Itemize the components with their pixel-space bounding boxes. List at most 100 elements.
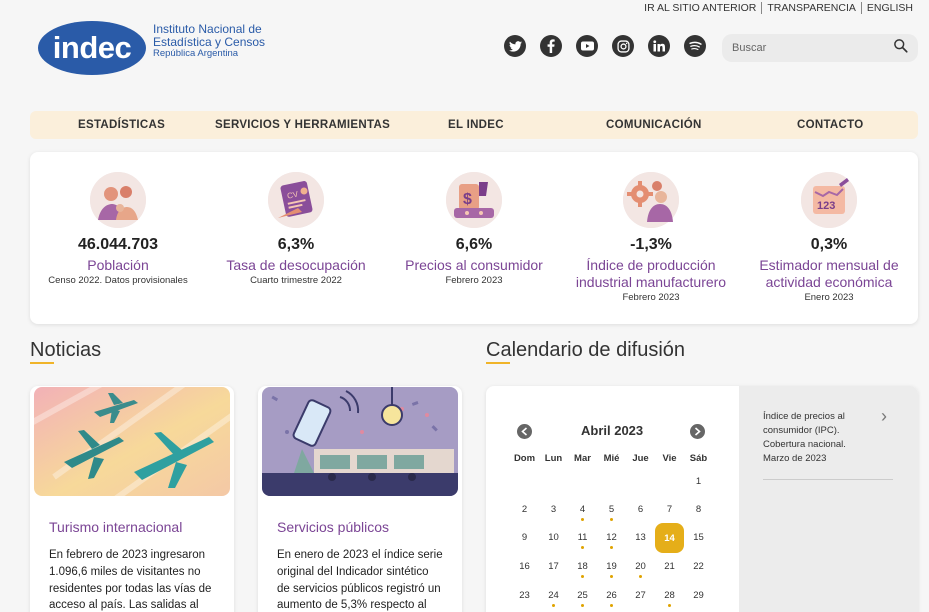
indec-logo[interactable]: indec Instituto Nacional de Estadística …: [38, 21, 265, 75]
calendar-day[interactable]: 15: [684, 532, 713, 543]
news-title[interactable]: Turismo internacional: [30, 519, 234, 535]
cv-icon: CV: [268, 172, 324, 228]
news-card-turismo[interactable]: Turismo internacional En febrero de 2023…: [30, 386, 234, 612]
calendar-day[interactable]: 4: [568, 504, 597, 521]
search-input[interactable]: [732, 42, 893, 54]
calendar-day[interactable]: 16: [510, 561, 539, 572]
calendar-day[interactable]: 21: [655, 561, 684, 572]
calendar-day[interactable]: 20: [626, 561, 655, 578]
event-period: Marzo de 2023: [763, 453, 827, 464]
prev-month-button[interactable]: [517, 424, 532, 439]
key-indicators: 46.044.703 Población Censo 2022. Datos p…: [30, 152, 918, 324]
link-previous-site[interactable]: IR AL SITIO ANTERIOR: [639, 2, 761, 14]
stat-value: 6,3%: [277, 236, 315, 253]
stat-label: Índice de producción industrial manufact…: [575, 257, 727, 290]
calendar-day[interactable]: 22: [684, 561, 713, 572]
news-text: En enero de 2023 el índice serie origina…: [277, 549, 443, 612]
calendar-day[interactable]: 1: [684, 476, 713, 487]
stat-emae[interactable]: 123 0,3% Estimador mensual de actividad …: [744, 172, 914, 303]
calendar-day[interactable]: 2: [510, 504, 539, 515]
spotify-icon[interactable]: [684, 35, 706, 57]
calendar-day-selected[interactable]: 14: [655, 523, 684, 553]
calendar-day[interactable]: 5: [597, 504, 626, 521]
youtube-icon[interactable]: [576, 35, 598, 57]
nav-contacto[interactable]: CONTACTO: [797, 119, 864, 131]
nav-servicios[interactable]: SERVICIOS Y HERRAMIENTAS: [215, 119, 390, 131]
stat-label: Tasa de desocupación: [226, 257, 366, 273]
calendar-day[interactable]: 6: [626, 504, 655, 515]
calendar-day[interactable]: 18: [568, 561, 597, 578]
weekday-label: Lun: [544, 453, 563, 464]
calendar-day[interactable]: 11: [568, 532, 597, 549]
stat-sub: Febrero 2023: [622, 292, 680, 303]
link-english[interactable]: ENGLISH: [860, 2, 918, 14]
link-transparency[interactable]: TRANSPARENCIA: [761, 2, 861, 14]
calendar-day[interactable]: 17: [539, 561, 568, 572]
weekday-label: Sáb: [689, 453, 708, 464]
news-image-planes: [34, 387, 230, 496]
weekday-label: Jue: [632, 453, 649, 464]
calendar-day[interactable]: 12: [597, 532, 626, 549]
calendar-day[interactable]: 28: [655, 590, 684, 607]
main-nav: ESTADÍSTICAS SERVICIOS Y HERRAMIENTAS EL…: [30, 111, 918, 139]
chevron-right-icon[interactable]: ›: [881, 406, 887, 427]
gear-icon: [623, 172, 679, 228]
calendar-day[interactable]: 10: [539, 532, 568, 543]
stat-label: Estimador mensual de actividad económica: [759, 257, 899, 290]
event-entry[interactable]: Índice de precios al consumidor (IPC). C…: [763, 410, 883, 466]
stat-value: -1,3%: [630, 236, 672, 253]
stat-label: Población: [87, 257, 149, 273]
nav-el-indec[interactable]: EL INDEC: [448, 119, 504, 131]
logo-line-3: República Argentina: [153, 48, 239, 60]
calendar-month: Abril 2023: [581, 423, 644, 438]
calendar-day[interactable]: 24: [539, 590, 568, 607]
news-image-services: [262, 387, 458, 496]
stat-precios[interactable]: $ 6,6% Precios al consumidor Febrero 202…: [389, 172, 559, 286]
news-title[interactable]: Servicios públicos: [258, 519, 462, 535]
logo-text: Instituto Nacional de Estadística y Cens…: [153, 23, 265, 61]
linkedin-icon[interactable]: [648, 35, 670, 57]
calendar-day[interactable]: 7: [655, 504, 684, 515]
news-heading-underline: [30, 362, 54, 364]
news-card-servicios[interactable]: Servicios públicos En enero de 2023 el í…: [258, 386, 462, 612]
top-links: IR AL SITIO ANTERIOR TRANSPARENCIA ENGLI…: [639, 2, 918, 14]
event-title: Índice de precios al consumidor (IPC).: [763, 411, 845, 436]
stat-desocupacion[interactable]: CV 6,3% Tasa de desocupación Cuarto trim…: [211, 172, 381, 286]
calendar-day[interactable]: 25: [568, 590, 597, 607]
stat-poblacion[interactable]: 46.044.703 Población Censo 2022. Datos p…: [33, 172, 203, 286]
calendar-day[interactable]: 3: [539, 504, 568, 515]
stat-sub: Febrero 2023: [445, 275, 503, 286]
instagram-icon[interactable]: [612, 35, 634, 57]
nav-comunicacion[interactable]: COMUNICACIÓN: [606, 119, 702, 131]
calendar-day[interactable]: 29: [684, 590, 713, 601]
next-month-button[interactable]: [690, 424, 705, 439]
news-text: En febrero de 2023 ingresaron 1.096,6 mi…: [49, 549, 212, 612]
twitter-icon[interactable]: [504, 35, 526, 57]
weekday-label: Mar: [574, 453, 591, 464]
social-links: [504, 35, 720, 57]
stat-industria[interactable]: -1,3% Índice de producción industrial ma…: [566, 172, 736, 303]
calendar-day[interactable]: 23: [510, 590, 539, 601]
stat-value: 6,6%: [455, 236, 493, 253]
weekday-label: Mié: [603, 453, 620, 464]
stat-value: 0,3%: [810, 236, 848, 253]
calendar-day[interactable]: 19: [597, 561, 626, 578]
search-box: [722, 34, 918, 62]
logo-line-1: Instituto Nacional de: [153, 22, 262, 37]
svg-text:123: 123: [817, 200, 835, 212]
calendar-day[interactable]: 8: [684, 504, 713, 515]
chart-icon: 123: [801, 172, 857, 228]
calendar-heading: Calendario de difusión: [486, 339, 686, 361]
calendar-heading-underline: [486, 362, 510, 364]
nav-estadisticas[interactable]: ESTADÍSTICAS: [78, 119, 165, 131]
price-tag-icon: $: [446, 172, 502, 228]
facebook-icon[interactable]: [540, 35, 562, 57]
calendar-day[interactable]: 26: [597, 590, 626, 607]
calendar-day[interactable]: 13: [626, 532, 655, 543]
event-divider: [763, 479, 893, 480]
search-icon[interactable]: [893, 38, 908, 58]
weekday-label: Vie: [662, 453, 677, 464]
stat-value: 46.044.703: [77, 236, 159, 253]
calendar-day[interactable]: 9: [510, 532, 539, 543]
calendar-day[interactable]: 27: [626, 590, 655, 601]
